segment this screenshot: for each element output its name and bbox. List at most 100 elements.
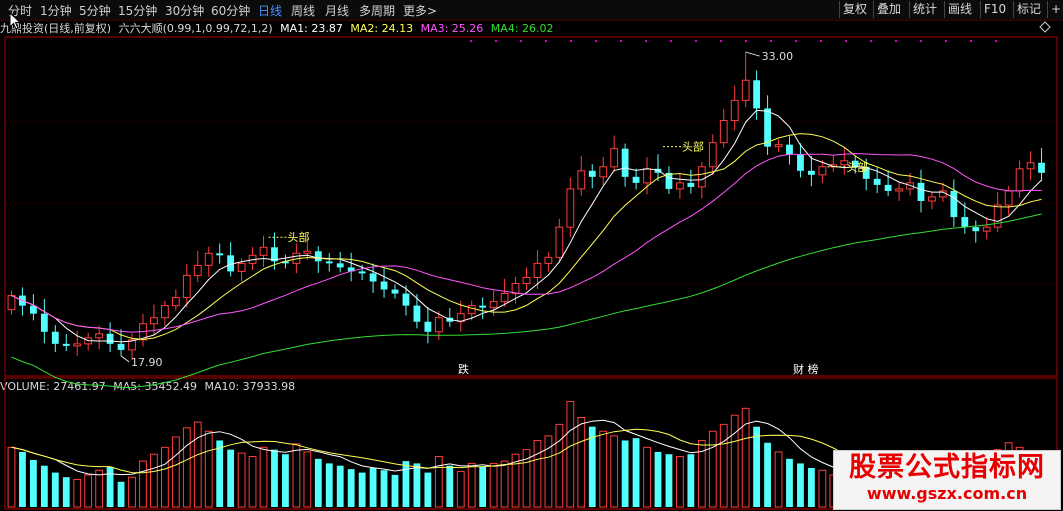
candle-up — [895, 188, 903, 192]
candle-down — [227, 255, 235, 272]
candle-down — [380, 281, 388, 290]
candle-down — [972, 227, 980, 232]
candle-up — [643, 168, 651, 184]
tab-30min[interactable]: 30分钟 — [165, 2, 204, 19]
volume-bar-down — [632, 438, 640, 507]
candle-down — [862, 166, 870, 179]
candle-up — [577, 170, 586, 190]
volume-bar-up — [511, 453, 520, 508]
candle-up — [1026, 162, 1035, 170]
volume-bar-down — [764, 442, 771, 507]
dot-marker — [470, 40, 472, 42]
volume-bar-up — [171, 436, 180, 508]
volume-bar-down — [369, 467, 377, 507]
volume-bar-up — [182, 427, 191, 508]
candle-down — [917, 182, 925, 201]
candle-up — [544, 256, 553, 264]
candle-up — [150, 317, 158, 325]
dot-marker — [620, 40, 622, 42]
overlay-button[interactable]: 叠加 — [873, 1, 904, 18]
volume-bar-down — [797, 463, 804, 507]
candle-up — [489, 301, 498, 309]
volume-bar-down — [29, 459, 37, 507]
candle-down — [446, 317, 454, 322]
tab-multi-period[interactable]: 多周期 — [359, 2, 395, 19]
candle-down — [588, 170, 596, 177]
candle-up — [182, 274, 191, 299]
ma4-line — [11, 213, 1042, 389]
ma4-value: MA4: 26.02 — [490, 22, 554, 35]
candle-up — [741, 79, 750, 101]
mark-button[interactable]: 标记 — [1013, 1, 1044, 18]
tab-monthly[interactable]: 月线 — [325, 2, 349, 19]
volume-bar-down — [402, 461, 410, 507]
candle-down — [336, 263, 344, 268]
tab-15min[interactable]: 15分钟 — [118, 2, 157, 19]
volume-bar-down — [325, 463, 333, 507]
candle-up — [610, 148, 619, 168]
volume-bar-down — [808, 467, 815, 507]
candle-down — [106, 333, 114, 344]
candle-down — [369, 273, 377, 282]
candle-up — [467, 305, 476, 315]
candle-down — [687, 182, 695, 187]
volume-bar-down — [391, 474, 399, 507]
candle-up — [697, 166, 706, 188]
volume-bar-down — [271, 449, 278, 507]
dot-marker — [595, 40, 597, 42]
statistics-button[interactable]: 统计 — [909, 1, 940, 18]
candle-down — [424, 321, 432, 332]
volume-bar-up — [292, 443, 301, 508]
candle-up — [259, 246, 268, 256]
candle-up — [303, 250, 312, 254]
dot-marker — [645, 40, 647, 42]
volume-bar-up — [741, 407, 750, 508]
tab-5min[interactable]: 5分钟 — [79, 2, 111, 19]
candle-down — [1038, 162, 1045, 173]
price-indicator-info: 九鼎投资(日线,前复权) 六六大顺(0.99,1,0.99,72,1,2) MA… — [0, 21, 1063, 37]
indicator-name[interactable]: 六六大顺(0.99,1,0.99,72,1,2) — [119, 22, 273, 35]
volume-bar-down — [314, 458, 322, 507]
volume-bar-up — [676, 456, 684, 508]
candle-up — [1015, 168, 1024, 192]
volume-bar-down — [336, 465, 344, 507]
candle-up — [840, 160, 849, 166]
ma1-line — [11, 109, 1042, 343]
tab-weekly[interactable]: 周线 — [291, 2, 315, 19]
candle-up — [128, 339, 136, 351]
restore-rights-button[interactable]: 复权 — [839, 1, 870, 18]
candle-up — [555, 226, 564, 258]
candle-down — [51, 331, 59, 344]
volume-bar-up — [248, 456, 257, 508]
volume-bar-up — [204, 430, 213, 508]
tab-daily[interactable]: 日线 — [258, 2, 282, 19]
volume-bar-down — [106, 466, 114, 507]
tab-1min[interactable]: 1分钟 — [40, 2, 72, 19]
tab-more[interactable]: 更多> — [403, 2, 437, 19]
volume-bar-up — [150, 453, 158, 508]
candle-up — [829, 164, 838, 168]
volume-bar-up — [193, 421, 202, 508]
volume-info: VOLUME: 27461.97 MA5: 35452.49 MA10: 379… — [0, 379, 299, 395]
candle-down — [347, 267, 355, 272]
volume-bar-up — [522, 449, 531, 508]
candle-down — [216, 253, 224, 256]
candle-down — [358, 271, 366, 274]
volume-bar-up — [719, 423, 728, 508]
tab-60min[interactable]: 60分钟 — [211, 2, 250, 19]
kline-chart[interactable]: 33.0017.90头部头部头部跌财 榜 — [0, 0, 1063, 511]
candle-up — [599, 166, 608, 178]
f10-button[interactable]: F10 — [980, 1, 1009, 18]
candle-up — [292, 252, 301, 264]
add-watch-button[interactable]: +自 — [1047, 1, 1063, 18]
candle-down — [62, 343, 70, 346]
volume-bar-up — [467, 462, 476, 508]
candle-down — [19, 295, 26, 306]
draw-line-button[interactable]: 画线 — [944, 1, 975, 18]
ma1-value: MA1: 23.87 — [280, 22, 343, 35]
volume-bar-down — [413, 463, 421, 507]
candle-down — [413, 305, 421, 322]
price-panel-frame — [4, 36, 1058, 377]
volume-ma10-value: MA10: 37933.98 — [204, 380, 296, 393]
candle-down — [117, 343, 125, 350]
